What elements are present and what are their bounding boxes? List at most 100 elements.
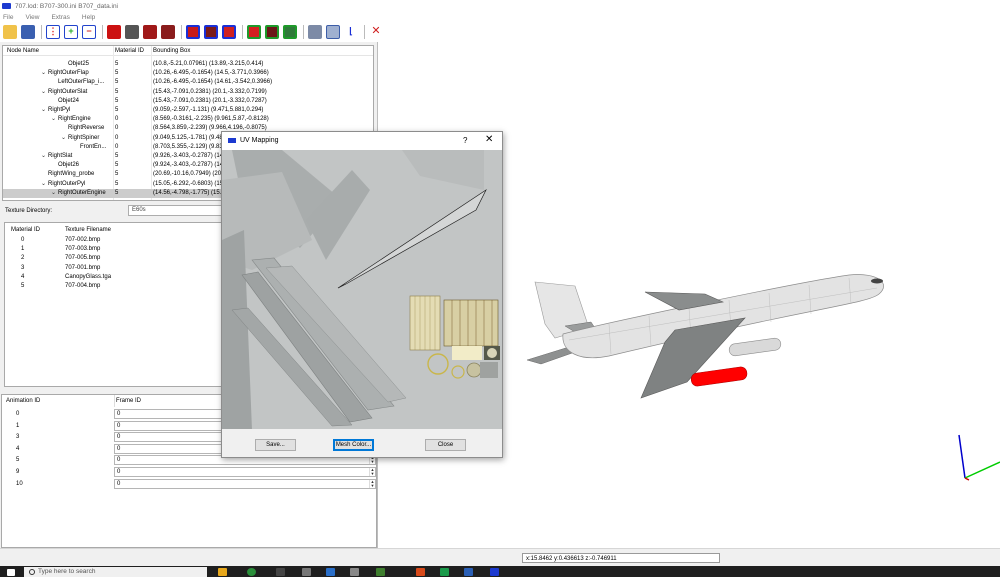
node-tree-add-button[interactable]: +	[64, 24, 78, 39]
shade-gray-button[interactable]	[125, 24, 139, 39]
app-icon-green[interactable]	[376, 568, 385, 576]
view-mode-3-button[interactable]	[222, 24, 236, 39]
menu-view[interactable]: View	[25, 14, 39, 21]
aircraft-fuselage	[562, 274, 884, 359]
node-tree-button[interactable]: ⋮	[46, 24, 60, 39]
app-icon-blue[interactable]	[326, 568, 335, 576]
tools-button[interactable]: ✕	[369, 25, 383, 39]
texture-material-id: 1	[21, 246, 25, 253]
animation-id: 0	[16, 411, 20, 417]
texture-mode-3-button[interactable]	[283, 24, 297, 39]
calculator-icon[interactable]	[302, 568, 311, 576]
chrome-icon[interactable]	[247, 568, 256, 576]
aircraft-inner-engine	[728, 337, 782, 357]
shade-darkred-button[interactable]	[143, 24, 157, 39]
spin-arrows-icon[interactable]: ▲▼	[369, 479, 375, 488]
col-node-name[interactable]: Node Name	[7, 48, 39, 54]
close-button[interactable]: Close	[425, 439, 466, 451]
save-button[interactable]	[21, 24, 35, 39]
chevron-down-icon[interactable]: ⌄	[51, 115, 58, 124]
media-icon[interactable]	[276, 568, 285, 576]
shade-maroon-button[interactable]	[161, 24, 175, 39]
shade-red-button[interactable]	[107, 24, 121, 39]
open-folder-button[interactable]	[3, 24, 17, 39]
col-material-id[interactable]: Material ID	[115, 48, 144, 54]
uv-texture-canvas[interactable]	[222, 150, 502, 429]
tree-bounding-box: (15.43,-7.091,0.2381) (20.1,-3.332,0.719…	[153, 88, 267, 95]
chevron-down-icon[interactable]: ⌄	[41, 69, 48, 78]
texture-mode-2-button[interactable]	[265, 24, 279, 39]
texture-directory-field[interactable]: E60s	[128, 205, 223, 216]
tree-row[interactable]: LeftOuterFlap_i... 5 (10.26,-6.495,-0.1654…	[3, 78, 373, 87]
col-bounding-box[interactable]: Bounding Box	[153, 48, 190, 54]
frame-id-stepper[interactable]: 0 ▲▼	[114, 467, 376, 477]
dialog-title-bar: UV Mapping ? ✕	[222, 132, 502, 150]
lod-editor-taskbar-icon[interactable]	[490, 568, 499, 576]
col-texture-filename[interactable]: Texture Filename	[65, 227, 111, 233]
tree-row[interactable]: ⌄ RightEngine 0 (8.569,-0.3161,-2.235) (9.9…	[3, 115, 373, 124]
mesh-color-button[interactable]: Mesh Color...	[333, 439, 374, 451]
uv-texture-image	[222, 150, 502, 429]
tree-material-id: 0	[115, 134, 119, 141]
tree-bounding-box: (14.56,-4.798,-1.775) (15...	[153, 189, 225, 196]
frame-id-stepper[interactable]: 0 ▲▼	[114, 478, 376, 489]
texture-material-id: 4	[21, 273, 25, 280]
col-frame-id[interactable]: Frame ID	[116, 398, 141, 404]
chevron-down-icon[interactable]: ⌄	[41, 106, 48, 115]
tree-node-label: LeftOuterFlap_i...	[58, 79, 105, 86]
tree-node: ⌄ RightSpiner	[61, 134, 99, 143]
tree-row[interactable]: ⌄ RightOuterFlap 5 (10.26,-6.495,-0.1654) (…	[3, 69, 373, 78]
texture-filename: 707-005.bmp	[65, 255, 101, 262]
toolbar-separator	[364, 24, 365, 39]
menu-extras[interactable]: Extras	[51, 14, 69, 21]
tree-row[interactable]: ⌄ RightOuterSlat 5 (15.43,-7.091,0.2381) (2…	[3, 88, 373, 97]
tree-material-id: 5	[115, 162, 119, 169]
word-icon[interactable]	[464, 568, 473, 576]
axes-button[interactable]: ⌊	[344, 25, 358, 39]
app-icon-orange[interactable]	[416, 568, 425, 576]
menu-help[interactable]: Help	[82, 14, 95, 21]
cubes-button[interactable]	[308, 24, 322, 39]
tools-icon: ✕	[371, 25, 381, 37]
column-divider	[114, 395, 115, 407]
spin-arrows-icon[interactable]: ▲▼	[369, 468, 375, 476]
chevron-down-icon[interactable]: ⌄	[41, 152, 48, 161]
dialog-close-button[interactable]: ✕	[485, 135, 493, 145]
tree-bounding-box: (8.703,5.355,-2.129) (9.83...	[153, 143, 228, 150]
excel-icon[interactable]	[440, 568, 449, 576]
chevron-down-icon[interactable]: ⌄	[61, 134, 68, 143]
tree-node: FrontEn...	[73, 143, 106, 152]
start-icon[interactable]	[7, 569, 15, 576]
save-button[interactable]: Save...	[255, 439, 296, 451]
animation-id: 1	[16, 422, 20, 429]
file-explorer-icon[interactable]	[218, 568, 227, 576]
animation-id: 4	[16, 445, 20, 452]
app-icon-gray[interactable]	[350, 568, 359, 576]
chevron-down-icon[interactable]: ⌄	[41, 180, 48, 189]
node-tree-collapse-button[interactable]: −	[82, 24, 96, 39]
toolbar-separator	[102, 24, 103, 39]
grid-button[interactable]	[326, 24, 340, 39]
chevron-down-icon[interactable]: ⌄	[41, 88, 48, 97]
tree-node: LeftOuterFlap_i...	[51, 78, 104, 87]
tree-material-id: 0	[115, 125, 119, 132]
texture-filename: 707-003.bmp	[65, 246, 101, 253]
view-mode-2-button[interactable]	[204, 24, 218, 39]
col-animation-id[interactable]: Animation ID	[6, 398, 40, 404]
tree-node: RightWing_probe	[41, 170, 94, 179]
tree-row[interactable]: Objet24 5 (15.43,-7.091,0.2381) (20.1,-3.3…	[3, 97, 373, 106]
view-mode-1-button[interactable]	[186, 24, 200, 39]
dialog-title: UV Mapping	[240, 137, 279, 144]
tree-node: ⌄ RightOuterFlap	[41, 69, 89, 78]
texture-mode-1-button[interactable]	[247, 24, 261, 39]
help-button[interactable]: ?	[463, 136, 467, 145]
tree-node: Objet24	[51, 97, 79, 106]
tree-row[interactable]: ⌄ RightPyl 5 (9.059,-2.597,-1.131) (9.471,5…	[3, 106, 373, 115]
menu-file[interactable]: File	[3, 14, 13, 21]
taskbar-search[interactable]: Type here to search	[24, 567, 207, 577]
chevron-down-icon[interactable]: ⌄	[51, 189, 58, 198]
col-texture-material-id[interactable]: Material ID	[11, 227, 40, 233]
tree-bounding-box: (10.26,-6.495,-0.1654) (14.61,-3.542,0.3…	[153, 79, 273, 86]
tree-row[interactable]: Objet25 5 (10.8,-5.21,0.07961) (13.89,-3.2…	[3, 60, 373, 69]
uv-mapping-dialog: UV Mapping ? ✕ Save... Mesh Color... Clo…	[221, 131, 503, 458]
